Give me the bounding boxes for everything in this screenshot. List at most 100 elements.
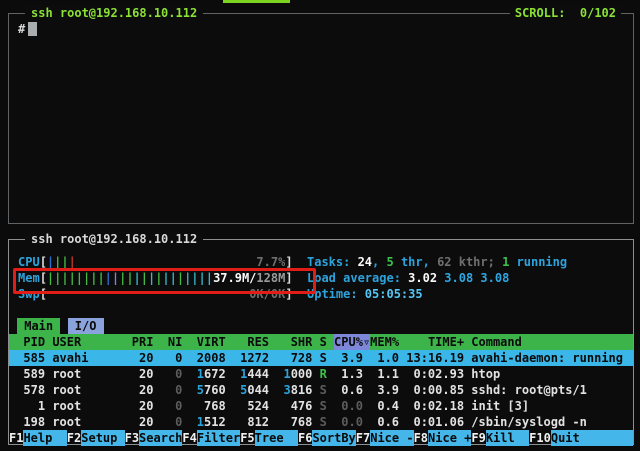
cell-ni: 0 — [153, 398, 182, 414]
cell-pri: 20 — [125, 414, 154, 430]
tab-io[interactable]: I/O — [68, 318, 104, 334]
tasks-running-count: 1 — [502, 254, 509, 270]
cell-user: root — [45, 398, 124, 414]
cell-shr: 768 — [269, 414, 312, 430]
cell-ni: 0 — [153, 414, 182, 430]
column-header-pid[interactable]: PID — [9, 334, 45, 350]
fn-action-label: Setup — [81, 430, 124, 446]
cell-cmd: /sbin/syslogd -n — [464, 414, 633, 430]
cell-pid: 585 — [9, 350, 45, 366]
mem-total: 128M — [256, 271, 285, 285]
column-header-cmd[interactable]: Command — [464, 334, 633, 350]
fn-f6-sortby[interactable]: F6SortBy — [298, 430, 356, 446]
cell-shr: 728 — [269, 350, 312, 366]
fn-f4-filter[interactable]: F4Filter — [182, 430, 240, 446]
cell-pid: 578 — [9, 382, 45, 398]
column-header-res[interactable]: RES — [226, 334, 269, 350]
load-average-label: Load average: — [307, 270, 401, 286]
cell-sort — [363, 366, 370, 382]
load-five-min: 3.08 — [444, 270, 473, 286]
mem-meter-label: Mem — [18, 270, 40, 286]
cell-virt: 1672 — [182, 366, 225, 382]
cell-state: S — [312, 350, 326, 366]
fn-action-label: Filter — [197, 430, 240, 446]
top-pane-title-text: ssh root@192.168.10.112 — [31, 6, 197, 20]
swp-meter-close-bracket: ] — [285, 286, 292, 302]
process-row-pid-578[interactable]: 578root200576050443816S0.6 3.90:00.85ssh… — [9, 382, 633, 398]
cpu-meter-label: CPU — [18, 254, 40, 270]
cell-user: root — [45, 414, 124, 430]
fn-action-label: Nice - — [370, 430, 413, 446]
fn-action-label: Tree — [255, 430, 298, 446]
cell-shr: 1000 — [269, 366, 312, 382]
uptime-label: Uptime: — [307, 286, 358, 302]
cpu-meter-value: 7.7% — [256, 254, 285, 270]
mem-used: 37.9M/ — [213, 271, 256, 285]
load-fifteen-min: 3.08 — [480, 270, 509, 286]
fn-action-label: SortBy — [312, 430, 355, 446]
blank-line — [9, 302, 633, 318]
cell-res: 1272 — [226, 350, 269, 366]
cell-res: 1444 — [226, 366, 269, 382]
cell-shr: 3816 — [269, 382, 312, 398]
cell-time: 0:00.85 — [399, 382, 464, 398]
cell-state: S — [312, 398, 326, 414]
tasks-running-label: running — [517, 254, 568, 270]
cell-time: 0:02.93 — [399, 366, 464, 382]
fn-key-label: F5 — [240, 430, 254, 446]
cell-state: S — [312, 414, 326, 430]
mem-meter-row: Mem[|||||||||||||||||||||||37.9M/128M]Lo… — [9, 270, 633, 286]
cell-ni: 0 — [153, 382, 182, 398]
cell-user: root — [45, 382, 124, 398]
column-header-pri[interactable]: PRI — [125, 334, 154, 350]
column-header-time[interactable]: TIME+ — [399, 334, 464, 350]
column-header-shr[interactable]: SHR — [269, 334, 312, 350]
cell-cpu: 1.3 — [327, 366, 363, 382]
cell-mem: 0.4 — [370, 398, 399, 414]
column-header-mem[interactable]: MEM% — [370, 334, 399, 350]
fn-key-label: F4 — [182, 430, 196, 446]
process-row-pid-198[interactable]: 198root2001512812768S0.0 0.60:01.06/sbin… — [9, 414, 633, 430]
column-header-ni[interactable]: NI — [153, 334, 182, 350]
tasks-label: Tasks: — [307, 254, 350, 270]
cell-state: R — [312, 366, 326, 382]
fn-f1-help[interactable]: F1Help — [9, 430, 67, 446]
cell-pri: 20 — [125, 398, 154, 414]
top-pane-title: ssh root@192.168.10.112 — [25, 5, 203, 21]
fn-f9-kill[interactable]: F9Kill — [471, 430, 529, 446]
process-row-pid-1[interactable]: 1root200768524476S0.0 0.40:02.18init [3] — [9, 398, 633, 414]
cpu-meter-row: CPU[||||7.7%]Tasks:24,5thr,62 kthr;1runn… — [9, 254, 633, 270]
cell-mem: 1.1 — [370, 366, 399, 382]
fn-f3-search[interactable]: F3Search — [125, 430, 183, 446]
fn-f7-nice-[interactable]: F7Nice - — [356, 430, 414, 446]
fn-f5-tree[interactable]: F5Tree — [240, 430, 298, 446]
mem-meter-open-bracket: [ — [40, 270, 47, 286]
fn-action-label: Kill — [486, 430, 529, 446]
cell-virt: 1512 — [182, 414, 225, 430]
cell-mem: 1.0 — [370, 350, 399, 366]
process-row-pid-589[interactable]: 589root200167214441000R1.3 1.10:02.93hto… — [9, 366, 633, 382]
cell-res: 812 — [226, 414, 269, 430]
cell-cpu: 0.0 — [327, 414, 363, 430]
fn-f10-quit[interactable]: F10Quit — [529, 430, 633, 446]
fn-action-label: Search — [139, 430, 182, 446]
cell-cmd: avahi-daemon: running — [464, 350, 633, 366]
fn-f8-nice+[interactable]: F8Nice + — [414, 430, 472, 446]
tasks-thr-count: 5 — [386, 254, 393, 270]
cell-sort — [363, 350, 370, 366]
column-header-sort[interactable]: ▿ — [363, 334, 370, 350]
column-header-user[interactable]: USER — [45, 334, 124, 350]
column-header-virt[interactable]: VIRT — [182, 334, 225, 350]
cell-pri: 20 — [125, 382, 154, 398]
process-row-pid-585[interactable]: 585avahi20020081272728S3.9 1.013:16.19av… — [9, 350, 633, 366]
tab-main[interactable]: Main — [17, 318, 60, 334]
column-header-state[interactable]: S — [312, 334, 326, 350]
cell-virt: 5760 — [182, 382, 225, 398]
cell-cpu: 0.6 — [327, 382, 363, 398]
swp-meter-label: Swp — [18, 286, 40, 302]
cell-user: root — [45, 366, 124, 382]
column-header-cpu[interactable]: CPU% — [327, 334, 363, 350]
tasks-thr-label: thr, — [401, 254, 430, 270]
fn-f2-setup[interactable]: F2Setup — [67, 430, 125, 446]
cell-state: S — [312, 382, 326, 398]
